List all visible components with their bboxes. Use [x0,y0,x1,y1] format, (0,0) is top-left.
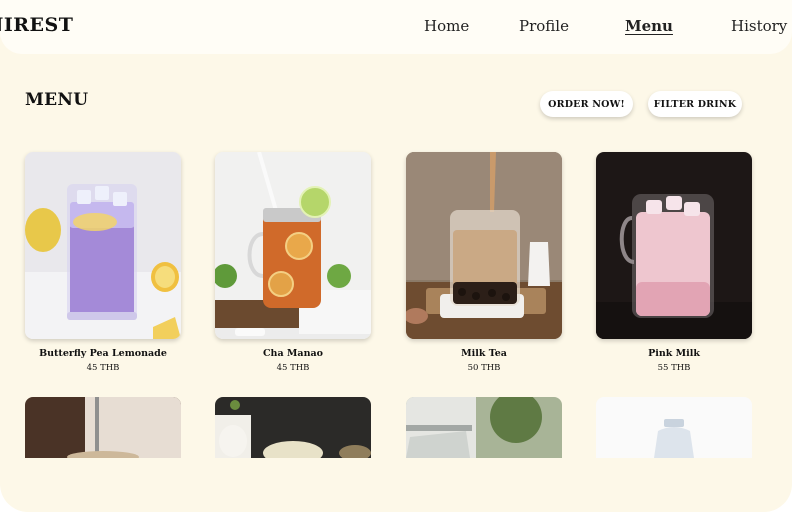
app-frame: NIREST Home Profile Menu History MENU OR… [0,0,792,512]
menu-card-partial[interactable] [25,397,181,458]
drink-name: Pink Milk [648,348,700,359]
nav-history[interactable]: History [731,17,787,35]
menu-card-partial[interactable] [406,397,562,458]
drink-name: Milk Tea [461,348,507,359]
nav-home[interactable]: Home [424,17,469,35]
drink-price: 45 THB [86,363,120,373]
drink-price: 50 THB [467,363,501,373]
drink-name: Cha Manao [262,348,323,359]
drink-image [215,152,371,339]
menu-card[interactable]: Milk Tea 50 THB [406,152,562,373]
order-now-button[interactable]: ORDER NOW! [540,91,633,117]
drink-image [25,152,181,339]
drink-price: 45 THB [276,363,310,373]
menu-card[interactable]: Butterfly Pea Lemonade 45 THB [25,152,181,373]
filter-drink-button[interactable]: FILTER DRINK [648,91,742,117]
menu-card[interactable]: Pink Milk 55 THB [596,152,752,373]
menu-card-partial[interactable] [596,397,752,458]
drink-name: Butterfly Pea Lemonade [39,348,167,359]
brand-logo[interactable]: NIREST [0,14,73,36]
menu-card-partial[interactable] [215,397,371,458]
nav-profile[interactable]: Profile [519,17,569,35]
drink-image [406,152,562,339]
top-navbar: NIREST Home Profile Menu History [0,0,792,54]
drink-image [596,152,752,339]
drink-price: 55 THB [657,363,691,373]
nav-menu[interactable]: Menu [625,17,673,35]
page-title: MENU [25,90,89,110]
menu-card[interactable]: Cha Manao 45 THB [215,152,371,373]
